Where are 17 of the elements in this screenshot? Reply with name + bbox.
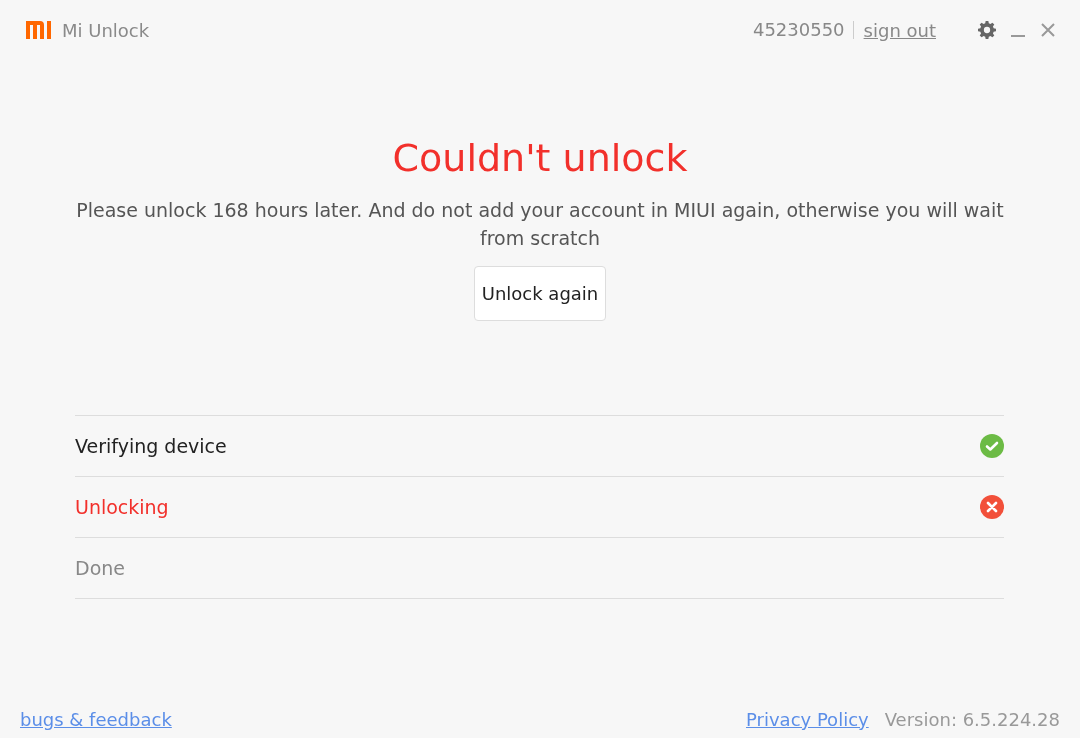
result-title: Couldn't unlock: [392, 135, 688, 182]
step-label: Verifying device: [75, 435, 227, 457]
close-icon[interactable]: [1040, 22, 1056, 38]
check-icon: [980, 434, 1004, 458]
step-label: Unlocking: [75, 496, 169, 518]
sign-out-link[interactable]: sign out: [863, 19, 936, 41]
version-label: Version: 6.5.224.28: [884, 708, 1060, 730]
account-id: 45230550: [752, 21, 854, 39]
mi-logo-icon: [26, 21, 54, 39]
feedback-link[interactable]: bugs & feedback: [20, 708, 172, 730]
unlock-again-button[interactable]: Unlock again: [473, 266, 607, 321]
window-title: Mi Unlock: [62, 19, 150, 41]
settings-icon[interactable]: [978, 21, 996, 39]
step-label: Done: [75, 557, 125, 579]
result-message: Please unlock 168 hours later. And do not add your account in MIUI again, otherwise you will wait from scratch: [75, 198, 1005, 251]
privacy-policy-link[interactable]: Privacy Policy: [746, 708, 869, 730]
error-icon: [980, 495, 1004, 519]
